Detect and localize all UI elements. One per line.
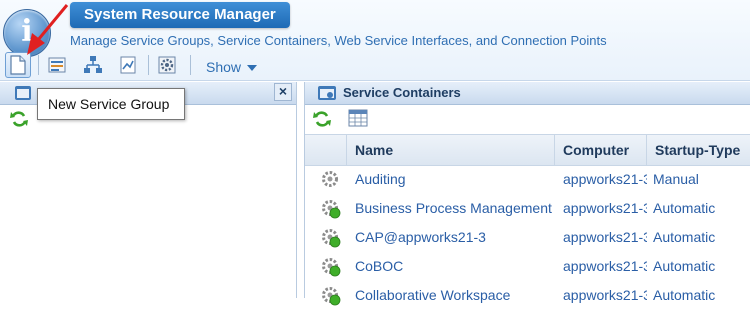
tooltip: New Service Group xyxy=(37,88,185,120)
app-title: System Resource Manager xyxy=(70,2,290,28)
running-status-icon xyxy=(322,229,341,248)
table-header: Name Computer Startup-Type xyxy=(305,134,750,166)
cell-computer: appworks21-3 xyxy=(563,287,647,303)
cell-computer: appworks21-3 xyxy=(563,200,647,216)
panel-icon xyxy=(15,86,31,100)
new-service-group-button[interactable] xyxy=(5,52,31,78)
running-status-icon xyxy=(322,200,341,219)
running-status-icon xyxy=(322,258,341,277)
app-subtitle: Manage Service Groups, Service Container… xyxy=(70,33,607,48)
close-button[interactable]: × xyxy=(274,83,292,101)
service-group-list-icon xyxy=(48,57,66,73)
show-label: Show xyxy=(206,59,242,75)
chevron-down-icon xyxy=(247,65,258,72)
refresh-icon[interactable] xyxy=(10,110,28,128)
right-panel-header: Service Containers xyxy=(305,82,750,105)
service-containers-panel: Service Containers Name Computer Startup… xyxy=(304,82,750,306)
report-button[interactable] xyxy=(115,52,141,78)
column-header-startup-type[interactable]: Startup-Type xyxy=(647,135,750,165)
table-row[interactable]: CAP@appworks21-3 appworks21-3 Automatic xyxy=(305,223,750,252)
cell-startup-type: Automatic xyxy=(653,200,716,216)
refresh-icon[interactable] xyxy=(313,110,331,128)
settings-icon xyxy=(158,56,176,74)
grid-view-icon[interactable] xyxy=(348,109,368,127)
cell-computer: appworks21-3 xyxy=(563,258,647,274)
cell-startup-type: Automatic xyxy=(653,229,716,245)
toolbar-divider xyxy=(38,55,39,75)
panel-title: Service Containers xyxy=(343,85,461,100)
show-dropdown[interactable]: Show xyxy=(206,59,258,75)
settings-button[interactable] xyxy=(154,52,180,78)
table-row[interactable]: Business Process Management appworks21-3 A… xyxy=(305,194,750,223)
cell-name: Collaborative Workspace xyxy=(355,287,511,303)
cell-startup-type: Automatic xyxy=(653,287,716,303)
column-header-name[interactable]: Name xyxy=(347,135,555,165)
toolbar: Show xyxy=(0,50,750,80)
service-group-list-button[interactable] xyxy=(44,52,70,78)
app-header: i System Resource Manager Manage Service… xyxy=(0,0,750,81)
table-row[interactable]: Auditing appworks21-3 Manual xyxy=(305,165,750,194)
toolbar-divider xyxy=(148,55,149,75)
report-icon xyxy=(120,56,136,74)
cell-name: CoBOC xyxy=(355,258,404,274)
service-containers-icon xyxy=(318,86,336,100)
hierarchy-button[interactable] xyxy=(80,52,106,78)
cell-name: CAP@appworks21-3 xyxy=(355,229,486,245)
toolbar-divider xyxy=(190,55,191,75)
new-document-icon xyxy=(10,55,26,75)
cell-computer: appworks21-3 xyxy=(563,171,647,187)
table-row[interactable]: CoBOC appworks21-3 Automatic xyxy=(305,252,750,281)
cell-name: Business Process Management xyxy=(355,200,552,216)
cell-computer: appworks21-3 xyxy=(563,229,647,245)
cell-name: Auditing xyxy=(355,171,406,187)
cell-startup-type: Manual xyxy=(653,171,699,187)
column-header-computer[interactable]: Computer xyxy=(555,135,647,165)
left-panel-toolbar xyxy=(10,110,28,133)
cell-startup-type: Automatic xyxy=(653,258,716,274)
hierarchy-icon xyxy=(84,56,102,73)
column-header-icon xyxy=(305,135,347,165)
stopped-status-icon xyxy=(322,171,338,187)
table-row[interactable]: Collaborative Workspace appworks21-3 Autom… xyxy=(305,281,750,310)
running-status-icon xyxy=(322,287,341,306)
